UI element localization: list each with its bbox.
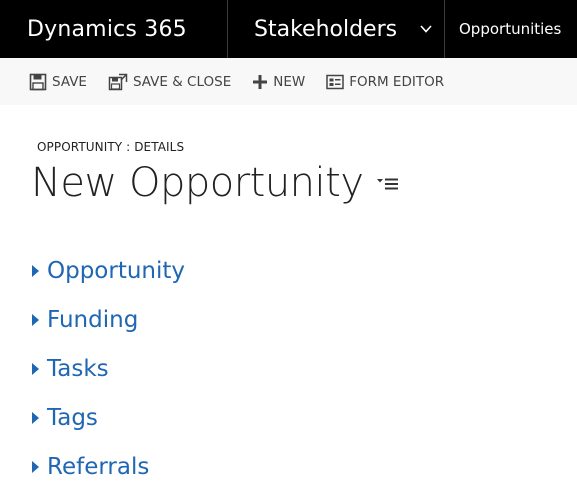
save-and-close-button[interactable]: SAVE & CLOSE [108,73,231,91]
section-label: Opportunity [47,257,186,284]
form-editor-label: FORM EDITOR [349,73,445,90]
section-label: Referrals [47,453,150,480]
area-label: Stakeholders [254,16,398,42]
expand-triangle-icon [32,313,39,326]
chevron-down-icon [420,25,432,33]
area-selector[interactable]: Stakeholders [228,0,445,58]
command-bar: SAVE SAVE & CLOSE NEW FORM EDITOR [0,58,577,105]
expand-triangle-icon [32,362,39,375]
new-label: NEW [273,73,306,90]
section-label: Tags [47,404,98,431]
save-label: SAVE [52,73,87,90]
section-tasks[interactable]: Tasks [31,344,185,393]
expand-triangle-icon [32,264,39,277]
save-icon [29,73,47,90]
new-button[interactable]: NEW [252,74,305,90]
breadcrumb: OPPORTUNITY : DETAILS [37,140,185,154]
plus-icon [253,74,268,89]
expand-triangle-icon [32,411,39,424]
section-referrals[interactable]: Referrals [31,442,185,491]
top-navigation-bar: Dynamics 365 Stakeholders Opportunities [0,0,577,58]
expand-triangle-icon [32,460,39,473]
app-brand[interactable]: Dynamics 365 [0,0,228,58]
form-sections: Opportunity Funding Tasks Tags Referrals [31,246,185,491]
form-editor-icon [326,74,344,89]
save-button[interactable]: SAVE [29,73,87,91]
section-label: Tasks [47,355,109,382]
form-selector-icon[interactable] [376,173,400,193]
save-close-icon [108,73,128,90]
form-editor-button[interactable]: FORM EDITOR [326,74,444,90]
entity-nav-opportunities[interactable]: Opportunities [445,0,577,58]
page-title-row: New Opportunity [31,160,400,206]
section-label: Funding [47,306,139,333]
section-tags[interactable]: Tags [31,393,185,442]
section-opportunity[interactable]: Opportunity [31,246,185,295]
section-funding[interactable]: Funding [31,295,185,344]
page-title: New Opportunity [31,160,364,206]
save-and-close-label: SAVE & CLOSE [132,73,232,90]
